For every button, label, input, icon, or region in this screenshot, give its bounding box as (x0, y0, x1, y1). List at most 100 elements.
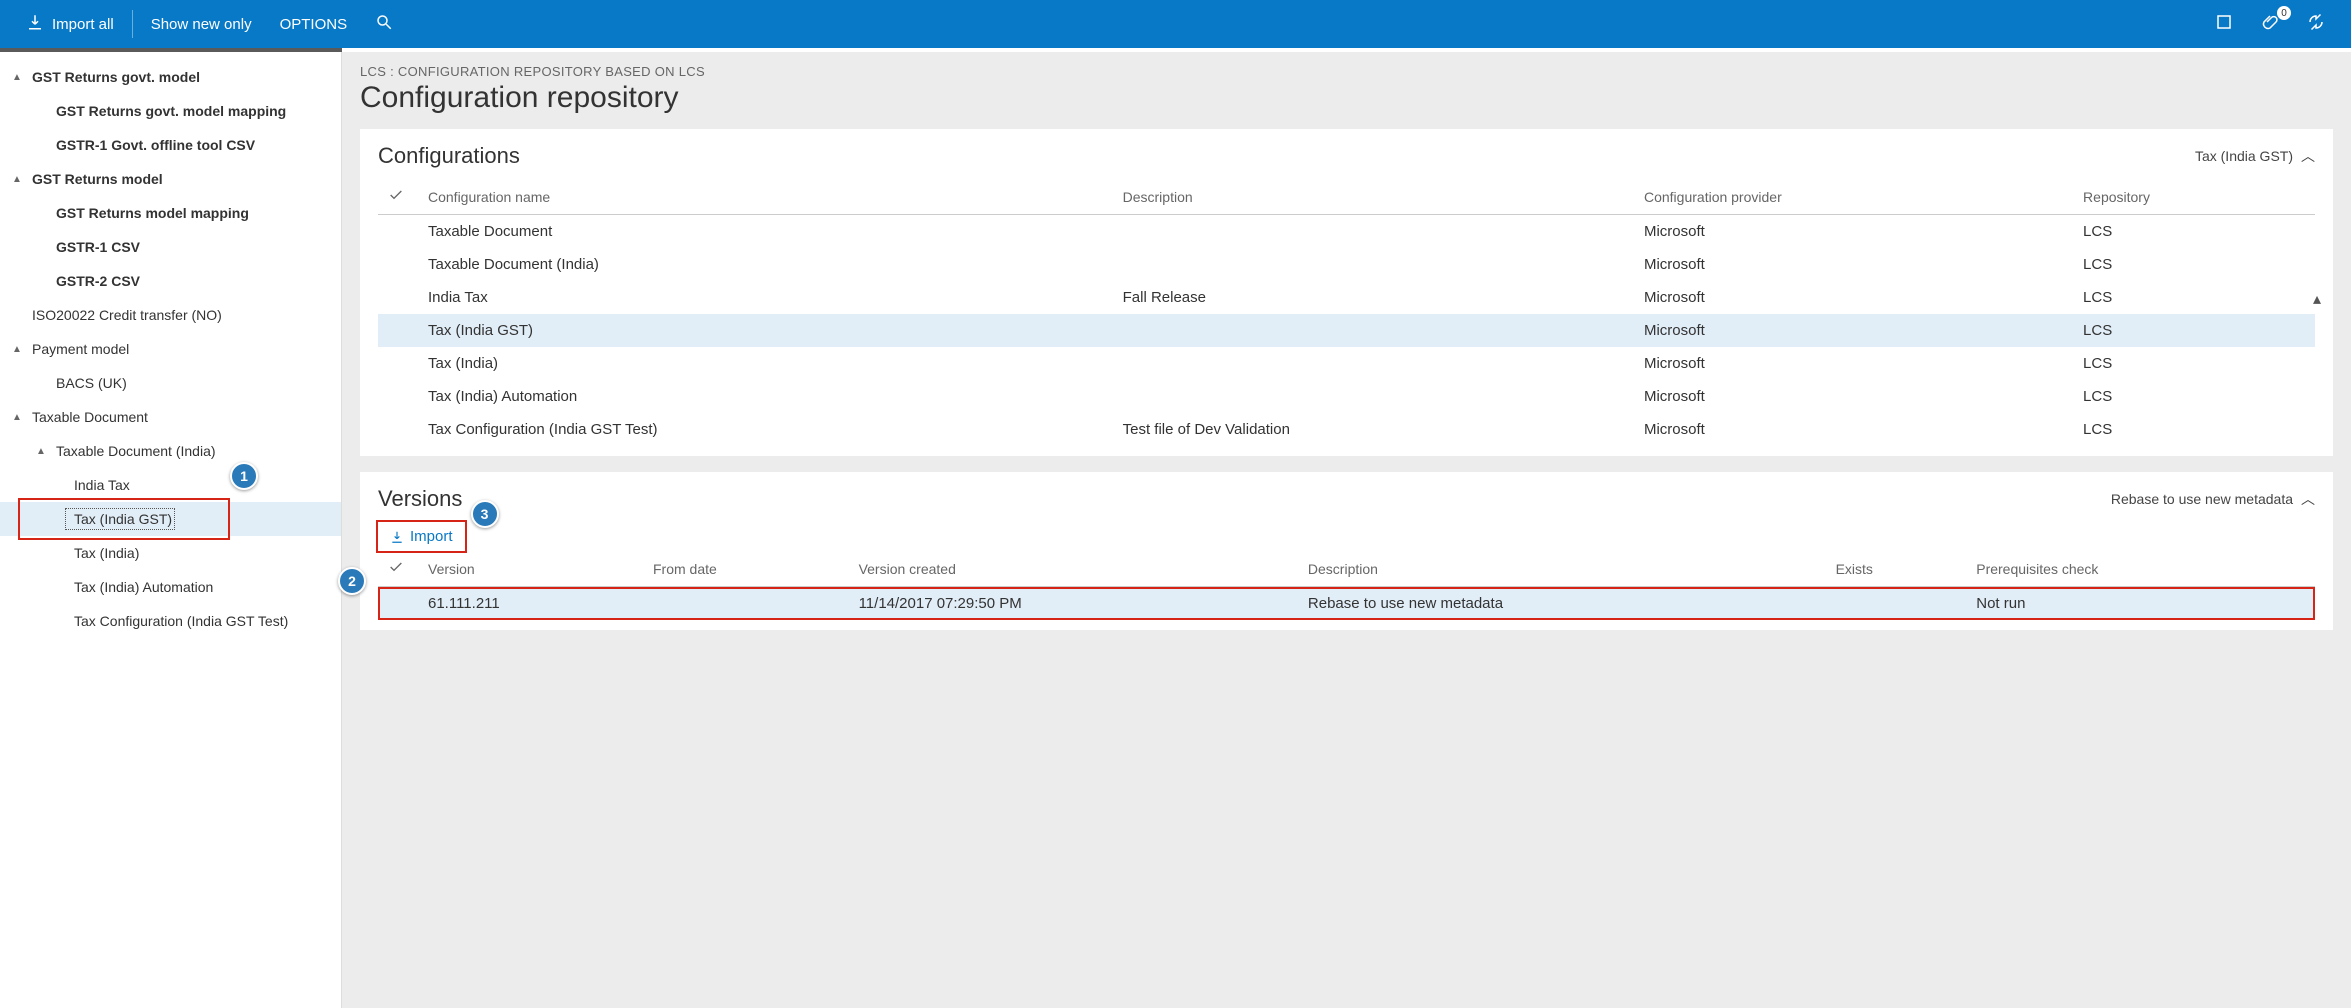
cell-name: India Tax (418, 281, 1113, 314)
cell-name: Taxable Document (India) (418, 248, 1113, 281)
cell-provider: Microsoft (1634, 347, 2073, 380)
tree-item[interactable]: ▲GST Returns govt. model (0, 60, 341, 94)
cell-repo: LCS (2073, 413, 2315, 446)
versions-panel: Versions Rebase to use new metadata ︿ Im… (360, 472, 2333, 630)
cell-exists (1826, 587, 1967, 621)
badge-count: 0 (2277, 6, 2291, 20)
tree-item[interactable]: ▲Taxable Document (India) (0, 434, 341, 468)
office-button[interactable] (2201, 0, 2247, 48)
check-column[interactable] (378, 179, 418, 215)
col-description[interactable]: Description (1113, 179, 1634, 215)
caret-icon: ▲ (12, 412, 26, 423)
attachments-button[interactable]: 0 (2247, 0, 2293, 48)
import-label: Import (410, 528, 453, 545)
cell-created: 11/14/2017 07:29:50 PM (849, 587, 1298, 621)
cell-provider: Microsoft (1634, 248, 2073, 281)
main: LCS : CONFIGURATION REPOSITORY BASED ON … (342, 52, 2351, 1008)
col-prereq[interactable]: Prerequisites check (1966, 551, 2315, 587)
tree-item[interactable]: GSTR-1 CSV (0, 230, 341, 264)
configurations-subtitle: Tax (India GST) (2195, 148, 2293, 164)
options-button[interactable]: OPTIONS (266, 0, 362, 48)
cell-name: Taxable Document (418, 215, 1113, 249)
col-exists[interactable]: Exists (1826, 551, 1967, 587)
cell-prereq: Not run (1966, 587, 2315, 621)
import-all-button[interactable]: Import all (12, 0, 128, 48)
cell-version: 61.111.211 (418, 587, 643, 621)
check-column[interactable] (378, 551, 418, 587)
search-button[interactable] (361, 0, 407, 48)
tree-item[interactable]: Tax (India) Automation (0, 570, 341, 604)
tree-item[interactable]: GSTR-1 Govt. offline tool CSV (0, 128, 341, 162)
table-row[interactable]: Tax (India)MicrosoftLCS (378, 347, 2315, 380)
caret-icon: ▲ (12, 174, 26, 185)
tree-item[interactable]: BACS (UK) (0, 366, 341, 400)
chevron-up-icon[interactable]: ︿ (2301, 146, 2315, 166)
refresh-button[interactable] (2293, 0, 2339, 48)
chevron-up-icon[interactable]: ︿ (2301, 489, 2315, 509)
tree-item[interactable]: GSTR-2 CSV (0, 264, 341, 298)
versions-title: Versions (378, 486, 462, 512)
tree-item[interactable]: ISO20022 Credit transfer (NO) (0, 298, 341, 332)
tree-item[interactable]: ▲Payment model (0, 332, 341, 366)
cell-provider: Microsoft (1634, 281, 2073, 314)
cell-name: Tax (India) Automation (418, 380, 1113, 413)
toolbar: Import all Show new only OPTIONS 0 (0, 0, 2351, 48)
caret-icon: ▲ (12, 72, 26, 83)
tree-label: GST Returns model (26, 171, 163, 187)
refresh-icon (2307, 13, 2325, 35)
tree-item[interactable]: ▲GST Returns model (0, 162, 341, 196)
tree-item[interactable]: ▲Taxable Document (0, 400, 341, 434)
callout-1: 1 (230, 462, 258, 490)
versions-grid: Version From date Version created Descri… (378, 551, 2315, 620)
tree-item[interactable]: Tax (India) (0, 536, 341, 570)
office-icon (2215, 13, 2233, 35)
table-row[interactable]: India TaxFall ReleaseMicrosoftLCS (378, 281, 2315, 314)
tree-label: GSTR-1 CSV (50, 239, 140, 255)
tree-item[interactable]: GST Returns model mapping (0, 196, 341, 230)
col-desc[interactable]: Description (1298, 551, 1826, 587)
table-row[interactable]: Tax (India) AutomationMicrosoftLCS (378, 380, 2315, 413)
cell-repo: LCS (2073, 281, 2315, 314)
tree-label: ISO20022 Credit transfer (NO) (26, 307, 222, 323)
download-icon (26, 13, 44, 35)
configurations-title: Configurations (378, 143, 520, 169)
cell-desc (1113, 215, 1634, 249)
cell-desc (1113, 347, 1634, 380)
caret-icon: ▲ (36, 446, 50, 457)
tree-label: Taxable Document (26, 409, 148, 425)
col-version[interactable]: Version (418, 551, 643, 587)
tree-item[interactable]: Tax (India GST) (0, 502, 341, 536)
table-row[interactable]: Taxable Document (India) MicrosoftLCS (378, 248, 2315, 281)
sidebar: ▲GST Returns govt. model GST Returns govt… (0, 52, 342, 1008)
tree-item[interactable]: Tax Configuration (India GST Test) (0, 604, 341, 638)
cell-desc (1113, 248, 1634, 281)
table-row[interactable]: Taxable DocumentMicrosoftLCS (378, 215, 2315, 249)
col-created[interactable]: Version created (849, 551, 1298, 587)
cell-provider: Microsoft (1634, 215, 2073, 249)
page-title: Configuration repository (360, 81, 2333, 115)
cell-repo: LCS (2073, 380, 2315, 413)
tree-item[interactable]: GST Returns govt. model mapping (0, 94, 341, 128)
versions-subtitle: Rebase to use new metadata (2111, 491, 2293, 507)
tree-item[interactable]: India Tax (0, 468, 341, 502)
show-new-only-button[interactable]: Show new only (137, 0, 266, 48)
scroll-up-icon[interactable]: ▴ (2313, 289, 2331, 309)
tree-label: GST Returns govt. model mapping (50, 103, 286, 119)
col-config-name[interactable]: Configuration name (418, 179, 1113, 215)
cell-repo: LCS (2073, 248, 2315, 281)
col-repository[interactable]: Repository (2073, 179, 2315, 215)
tree-label: Tax (India GST) (68, 511, 172, 527)
tree-label: Tax (India) (68, 545, 139, 561)
col-from-date[interactable]: From date (643, 551, 849, 587)
separator (132, 10, 133, 38)
cell-provider: Microsoft (1634, 314, 2073, 347)
table-row[interactable]: Tax (India GST)MicrosoftLCS (378, 314, 2315, 347)
tree-label: GST Returns model mapping (50, 205, 249, 221)
col-provider[interactable]: Configuration provider (1634, 179, 2073, 215)
cell-desc: Test file of Dev Validation (1113, 413, 1634, 446)
cell-name: Tax Configuration (India GST Test) (418, 413, 1113, 446)
import-button[interactable]: Import (378, 522, 465, 551)
table-row[interactable]: Tax Configuration (India GST Test)Test f… (378, 413, 2315, 446)
table-row[interactable]: 61.111.211 11/14/2017 07:29:50 PMRebase t… (378, 587, 2315, 621)
cell-desc: Rebase to use new metadata (1298, 587, 1826, 621)
